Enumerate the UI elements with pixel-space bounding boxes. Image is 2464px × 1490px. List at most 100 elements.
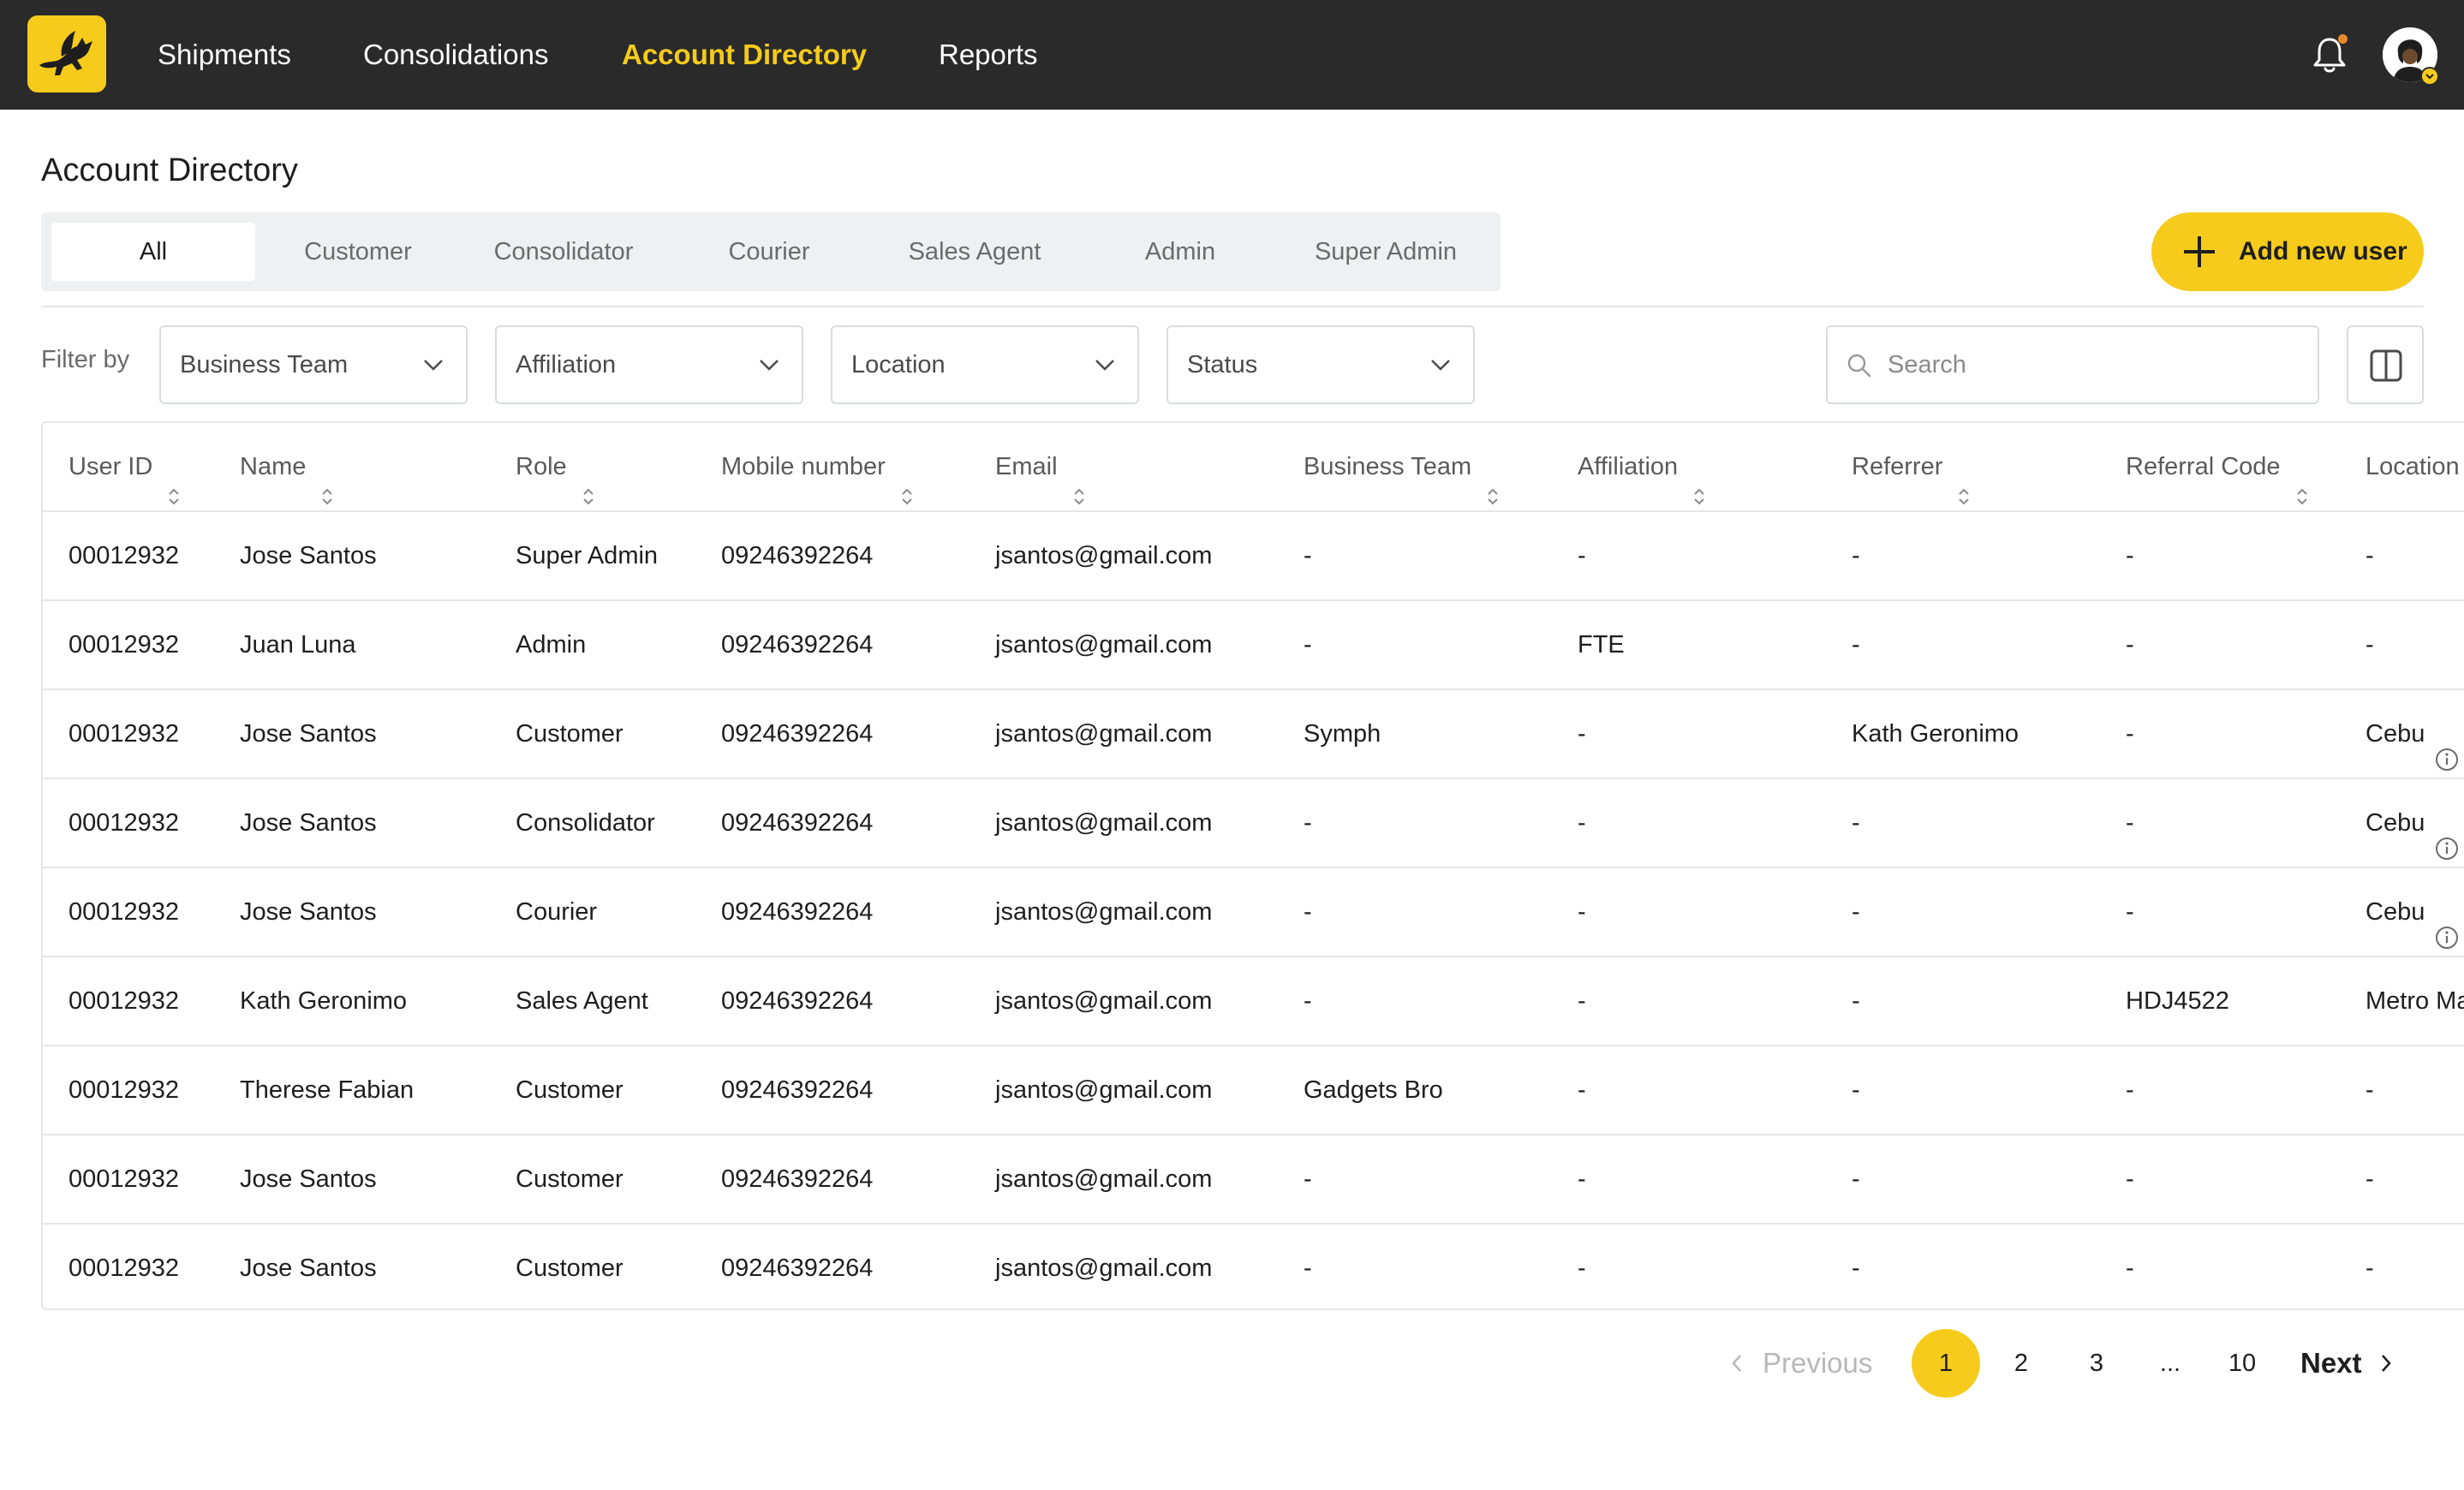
cell-location: Cebu	[2366, 690, 2459, 778]
tab-all[interactable]: All	[51, 223, 255, 281]
table-row[interactable]: 00012932 Jose Santos Customer 09246392264 js…	[43, 1225, 2464, 1308]
column-header-label: Mobile number	[721, 453, 886, 480]
nav-item-shipments[interactable]: Shipments	[158, 34, 291, 75]
cell-text: -	[1578, 1255, 1586, 1282]
cell-text: 00012932	[69, 631, 180, 659]
cell-text: -	[1852, 542, 1860, 569]
tab-courier[interactable]: Courier	[668, 223, 870, 281]
column-header-affiliation[interactable]: Affiliation	[1578, 423, 1705, 510]
table-row[interactable]: 00012932 Kath Geronimo Sales Agent 09246392…	[43, 957, 2464, 1046]
sort-icon[interactable]	[1958, 456, 1970, 505]
sort-icon[interactable]	[1693, 456, 1705, 505]
cell-text: jsantos@gmail.com	[995, 987, 1213, 1015]
column-header-user-id[interactable]: User ID	[69, 423, 180, 510]
cell-text: FTE	[1578, 631, 1625, 659]
sort-icon[interactable]	[901, 456, 913, 505]
next-page-button[interactable]: Next	[2300, 1341, 2391, 1386]
cell-name: Jose Santos	[240, 779, 377, 867]
tab-consolidator[interactable]: Consolidator	[462, 223, 665, 281]
add-new-user-label: Add new user	[2239, 237, 2407, 265]
add-new-user-button[interactable]: Add new user	[2151, 212, 2424, 291]
table-row[interactable]: 00012932 Jose Santos Customer 09246392264 js…	[43, 1135, 2464, 1225]
tab-sales-agent[interactable]: Sales Agent	[874, 223, 1076, 281]
table-row[interactable]: 00012932 Jose Santos Super Admin 0924639226…	[43, 512, 2464, 601]
page-title: Account Directory	[41, 152, 298, 188]
brand-logo[interactable]	[27, 15, 106, 92]
column-header-referral-code[interactable]: Referral Code	[2126, 423, 2308, 510]
table-row[interactable]: 00012932 Jose Santos Customer 09246392264 js…	[43, 690, 2464, 779]
column-header-role[interactable]: Role	[516, 423, 594, 510]
column-layout-button[interactable]	[2347, 325, 2424, 404]
sort-icon[interactable]	[1073, 456, 1085, 505]
cell-text: Jose Santos	[240, 720, 377, 748]
sort-icon[interactable]	[1487, 456, 1499, 505]
page-button-10[interactable]: 10	[2208, 1329, 2276, 1398]
cell-business-team: -	[1304, 512, 1312, 599]
page-button-3[interactable]: 3	[2062, 1329, 2131, 1398]
page-button-2[interactable]: 2	[1987, 1329, 2055, 1398]
cell-text: 00012932	[69, 898, 180, 926]
column-header-location[interactable]: Location	[2366, 423, 2460, 510]
sort-icon[interactable]	[582, 456, 594, 505]
nav-item-consolidations[interactable]: Consolidations	[363, 34, 548, 75]
status-filter-value: Status	[1187, 351, 1258, 378]
table-row[interactable]: 00012932 Jose Santos Consolidator 092463922…	[43, 779, 2464, 868]
nav-item-reports[interactable]: Reports	[939, 34, 1038, 75]
cell-text: -	[2126, 1255, 2134, 1282]
info-icon[interactable]	[2435, 809, 2459, 861]
column-header-name[interactable]: Name	[240, 423, 333, 510]
affiliation-filter[interactable]: Affiliation	[495, 325, 803, 404]
cell-affiliation: FTE	[1578, 601, 1625, 688]
cell-name: Jose Santos	[240, 868, 377, 956]
cell-user-id: 00012932	[69, 601, 179, 688]
location-filter[interactable]: Location	[831, 325, 1139, 404]
business-team-filter[interactable]: Business Team	[159, 325, 468, 404]
cell-mobile-number: 09246392264	[721, 1046, 873, 1134]
cell-text: jsantos@gmail.com	[995, 1076, 1213, 1104]
users-table: User ID Name Role Mobile number Email Busines…	[41, 421, 2464, 1310]
status-filter[interactable]: Status	[1166, 325, 1475, 404]
notification-dot	[2338, 34, 2348, 44]
column-header-label: Affiliation	[1578, 453, 1679, 480]
cell-text: -	[1304, 542, 1312, 569]
column-header-mobile-number[interactable]: Mobile number	[721, 423, 913, 510]
cell-referrer: -	[1852, 512, 1860, 599]
affiliation-filter-value: Affiliation	[516, 351, 617, 378]
column-header-email[interactable]: Email	[995, 423, 1085, 510]
cell-referral-code: -	[2126, 512, 2134, 599]
table-row[interactable]: 00012932 Juan Luna Admin 09246392264 jsantos…	[43, 601, 2464, 690]
sort-icon[interactable]	[168, 456, 180, 505]
sort-icon[interactable]	[321, 456, 333, 505]
cell-email: jsantos@gmail.com	[995, 512, 1212, 599]
cell-email: jsantos@gmail.com	[995, 868, 1212, 956]
sort-icon[interactable]	[2296, 456, 2308, 505]
page-button-1[interactable]: 1	[1912, 1329, 1980, 1398]
tab-customer[interactable]: Customer	[257, 223, 459, 281]
info-icon[interactable]	[2435, 720, 2459, 772]
cell-role: Customer	[516, 1225, 623, 1308]
cell-text: jsantos@gmail.com	[995, 631, 1213, 659]
cell-text: jsantos@gmail.com	[995, 542, 1213, 569]
cell-referral-code: -	[2126, 1135, 2134, 1223]
cell-user-id: 00012932	[69, 779, 179, 867]
search-input[interactable]: Search	[1826, 325, 2319, 404]
cell-location: -	[2366, 1135, 2374, 1223]
tab-super-admin[interactable]: Super Admin	[1285, 223, 1487, 281]
cell-affiliation: -	[1578, 868, 1586, 956]
column-header-business-team[interactable]: Business Team	[1304, 423, 1499, 510]
tab-admin[interactable]: Admin	[1079, 223, 1281, 281]
cell-referrer: -	[1852, 779, 1860, 867]
cell-location: Metro Ma	[2366, 957, 2464, 1045]
cell-text: -	[1852, 1255, 1860, 1282]
cell-affiliation: -	[1578, 957, 1586, 1045]
table-row[interactable]: 00012932 Jose Santos Courier 09246392264 jsa…	[43, 868, 2464, 957]
nav-item-account-directory[interactable]: Account Directory	[622, 34, 867, 75]
column-header-referrer[interactable]: Referrer	[1852, 423, 1970, 510]
table-row[interactable]: 00012932 Therese Fabian Customer 0924639226…	[43, 1046, 2464, 1135]
next-page-label: Next	[2300, 1347, 2362, 1379]
cell-text: -	[2366, 1165, 2374, 1193]
cell-text: jsantos@gmail.com	[995, 898, 1213, 926]
cell-text: -	[1852, 987, 1860, 1015]
cell-text: 09246392264	[721, 898, 874, 926]
info-icon[interactable]	[2435, 898, 2459, 950]
